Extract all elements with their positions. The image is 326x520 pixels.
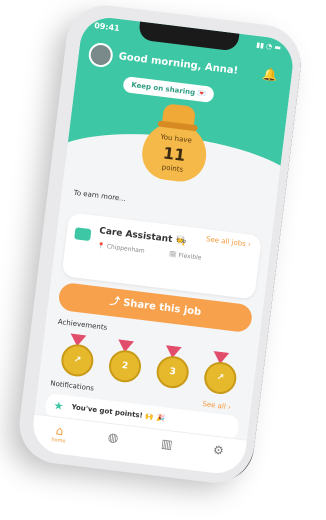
medal-3[interactable]: 3 <box>149 344 194 390</box>
pill-label: Keep on sharing 💌 <box>130 80 207 99</box>
see-all-notifications-link[interactable]: See all › <box>202 400 231 411</box>
bell-icon[interactable]: 🔔 <box>262 67 279 83</box>
tab-home[interactable]: ⌂ home <box>43 422 75 446</box>
see-all-jobs-link[interactable]: See all jobs › <box>206 235 252 248</box>
avatar[interactable] <box>87 41 115 69</box>
greeting: Good morning, Anna! <box>118 51 239 77</box>
tab-buildings[interactable]: ▥ <box>151 435 182 453</box>
status-icons: ▮▮ ◔ ▬ <box>255 40 282 52</box>
notifications-label: Notifications <box>49 379 95 393</box>
medal-coin: ↗ <box>59 342 96 379</box>
tab-money[interactable]: ◍ <box>98 429 129 447</box>
star-icon: ★ <box>52 398 65 414</box>
status-time: 09:41 <box>93 21 121 34</box>
medal-coin: 3 <box>154 354 191 390</box>
share-button-label: Share this job <box>122 297 202 319</box>
settings-icon: ⚙ <box>212 442 225 458</box>
phone-frame: 09:41 ▮▮ ◔ ▬ Good morning, Anna! 🔔 Keep … <box>14 0 306 488</box>
points-bag: You have 11 points <box>135 101 216 187</box>
medal-share[interactable]: ↗ <box>54 332 99 379</box>
medal-share-2[interactable]: ↗ <box>197 349 242 396</box>
house-icon: ⌂ <box>55 423 65 439</box>
briefcase-icon <box>74 227 92 242</box>
tab-settings[interactable]: ⚙ <box>203 442 234 460</box>
job-type: 🗓 Flexible <box>168 250 202 262</box>
medal-coin: ↗ <box>202 360 239 396</box>
job-location: 📍 Chippenham <box>97 242 146 255</box>
medal-coin: 2 <box>107 348 143 385</box>
tab-home-label: home <box>51 436 66 445</box>
stage: 09:41 ▮▮ ◔ ▬ Good morning, Anna! 🔔 Keep … <box>0 0 326 520</box>
achievements-label: Achievements <box>57 317 108 332</box>
medal-2[interactable]: 2 <box>101 338 146 385</box>
keep-sharing-pill: Keep on sharing 💌 <box>122 76 216 104</box>
money-icon: ◍ <box>107 429 120 445</box>
buildings-icon: ▥ <box>160 436 174 452</box>
share-icon: ⤴ <box>109 295 121 309</box>
